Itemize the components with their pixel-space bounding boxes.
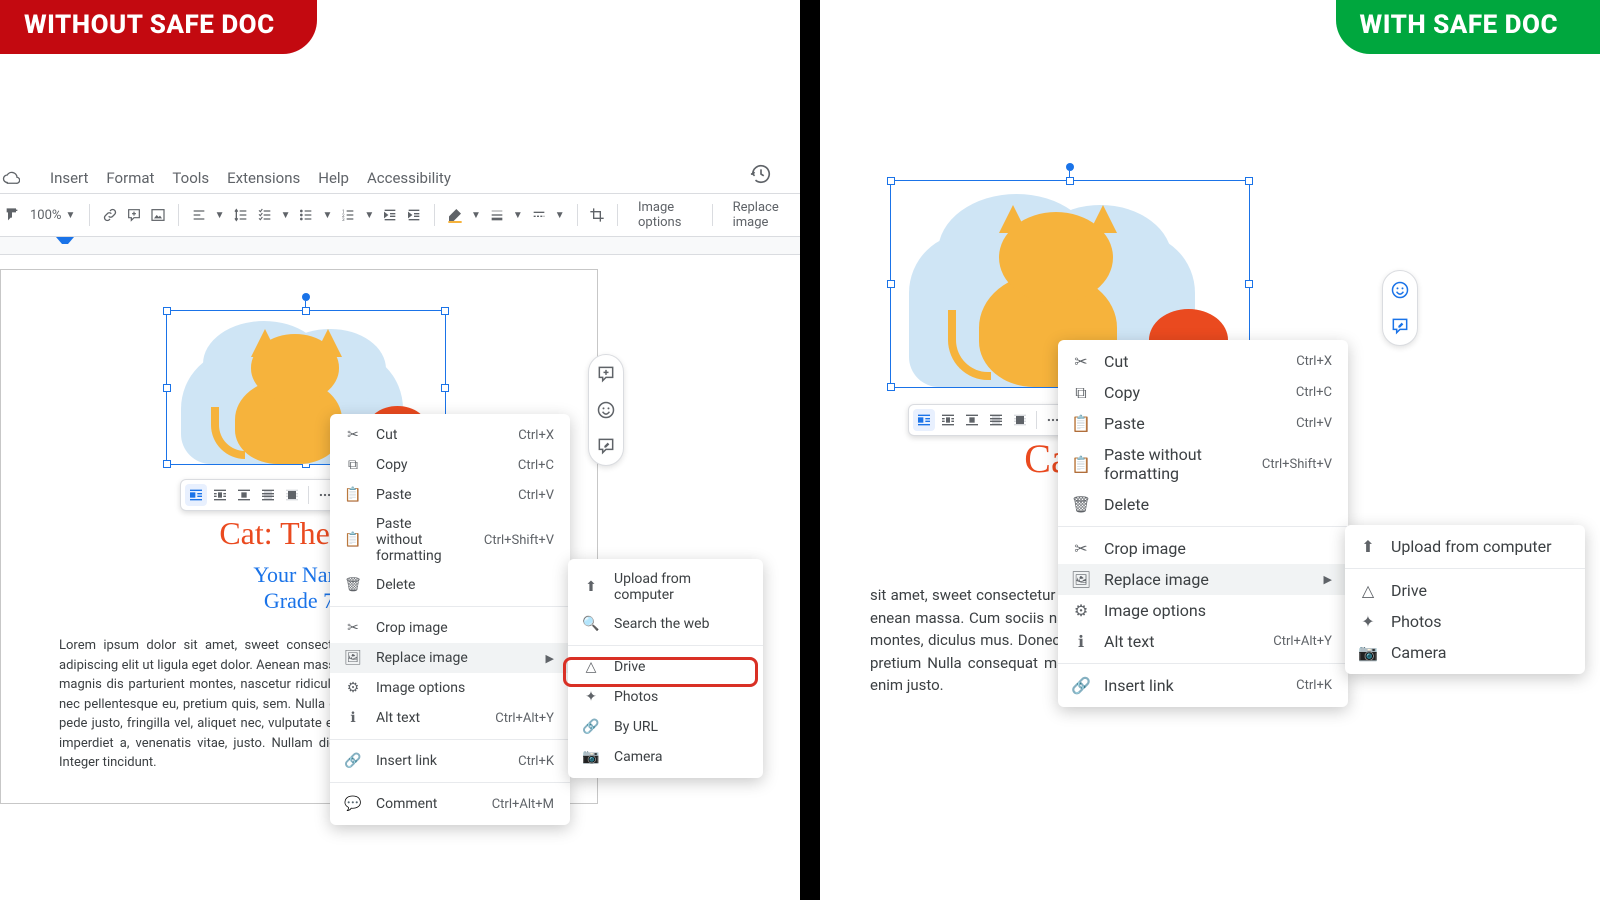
sub-drive[interactable]: △Drive [568, 652, 763, 682]
menubar: Insert Format Tools Extensions Help Acce… [0, 165, 800, 194]
replace-image-submenu-r: ⬆Upload from computer △Drive ✦Photos 📷Ca… [1345, 525, 1585, 674]
ctx-copy[interactable]: ⧉CopyCtrl+C [330, 450, 570, 480]
menu-format[interactable]: Format [106, 169, 154, 187]
ctx-image-options-r[interactable]: ⚙Image options [1058, 595, 1348, 626]
border-dash-icon[interactable] [531, 206, 547, 224]
insert-image-icon[interactable] [150, 206, 166, 224]
link-icon[interactable] [102, 206, 118, 224]
paint-format-icon[interactable] [4, 206, 20, 224]
comment-add-icon[interactable] [126, 206, 142, 224]
wrap-behind-icon[interactable] [257, 484, 279, 506]
menu-accessibility[interactable]: Accessibility [367, 169, 451, 187]
svg-text:3: 3 [342, 217, 345, 223]
ctx-insert-link-r[interactable]: 🔗Insert linkCtrl+K [1058, 670, 1348, 701]
badge-with: WITH SAFE DOC [1336, 0, 1600, 54]
panel-with-safedoc: WITH SAFE DOC [820, 0, 1600, 900]
replace-image-submenu: ⬆Upload from computer 🔍Search the web △D… [568, 559, 763, 778]
ruler[interactable] [0, 237, 800, 255]
checklist-icon[interactable] [257, 206, 273, 224]
ctx-replace-image[interactable]: 🖼Replace image▶ [330, 643, 570, 673]
sub-upload[interactable]: ⬆Upload from computer [568, 565, 763, 609]
align-icon[interactable] [191, 206, 207, 224]
crop-tool-icon[interactable] [589, 206, 605, 224]
indent-increase-icon[interactable] [406, 206, 422, 224]
panel-divider [800, 0, 820, 900]
suggest-edit-icon-r[interactable] [1389, 315, 1411, 337]
rotate-handle-r[interactable] [1066, 163, 1074, 171]
border-weight-icon[interactable] [489, 206, 505, 224]
menu-help[interactable]: Help [318, 169, 349, 187]
save-state-icon [2, 169, 20, 187]
sub-camera-r[interactable]: 📷Camera [1345, 637, 1585, 668]
image-options-button[interactable]: Image options [630, 200, 700, 230]
sub-upload-r[interactable]: ⬆Upload from computer [1345, 531, 1585, 562]
wrap-break-icon[interactable] [233, 484, 255, 506]
indent-decrease-icon[interactable] [382, 206, 398, 224]
sub-by-url[interactable]: 🔗By URL [568, 712, 763, 742]
ctx-paste[interactable]: 📋PasteCtrl+V [330, 480, 570, 510]
ctx-insert-link[interactable]: 🔗Insert linkCtrl+K [330, 746, 570, 776]
side-reactions-pill [588, 354, 624, 466]
ctx-paste-plain-r[interactable]: 📋Paste without formattingCtrl+Shift+V [1058, 439, 1348, 489]
sub-photos-r[interactable]: ✦Photos [1345, 606, 1585, 637]
ctx-cut-r[interactable]: ✂CutCtrl+X [1058, 346, 1348, 377]
sub-photos[interactable]: ✦Photos [568, 682, 763, 712]
ctx-alt-text[interactable]: ℹAlt textCtrl+Alt+Y [330, 703, 570, 733]
replace-image-button[interactable]: Replace image [725, 200, 796, 230]
menu-tools[interactable]: Tools [172, 169, 209, 187]
wrap-inline-icon[interactable] [185, 484, 207, 506]
ctx-alt-text-r[interactable]: ℹAlt textCtrl+Alt+Y [1058, 626, 1348, 657]
bulleted-list-icon[interactable] [298, 206, 314, 224]
history-icon[interactable] [750, 163, 772, 185]
border-color-icon[interactable] [447, 206, 463, 224]
ctx-crop[interactable]: ✂Crop image [330, 613, 570, 643]
suggest-edit-icon[interactable] [595, 435, 617, 457]
sub-search-web[interactable]: 🔍Search the web [568, 609, 763, 639]
ctx-image-options[interactable]: ⚙Image options [330, 673, 570, 703]
ctx-delete-r[interactable]: 🗑Delete [1058, 489, 1348, 520]
zoom-select[interactable]: 100%▼ [28, 208, 77, 223]
ctx-paste-r[interactable]: 📋PasteCtrl+V [1058, 408, 1348, 439]
line-spacing-icon[interactable] [233, 206, 249, 224]
ctx-paste-plain[interactable]: 📋Paste without formattingCtrl+Shift+V [330, 510, 570, 570]
wrap-front-icon[interactable] [281, 484, 303, 506]
panel-without-safedoc: WITHOUT SAFE DOC Insert Format Tools Ext… [0, 0, 800, 900]
image-wrap-toolbar [180, 479, 341, 511]
numbered-list-icon[interactable]: 123 [340, 206, 356, 224]
context-menu: ✂CutCtrl+X ⧉CopyCtrl+C 📋PasteCtrl+V 📋Pas… [330, 414, 570, 825]
menu-insert[interactable]: Insert [50, 169, 88, 187]
add-comment-icon[interactable] [595, 363, 617, 385]
side-reactions-pill-r [1382, 270, 1418, 346]
menu-extensions[interactable]: Extensions [227, 169, 300, 187]
ctx-comment[interactable]: 💬CommentCtrl+Alt+M [330, 789, 570, 819]
toolbar: 100%▼ ▼ ▼ ▼ 123▼ ▼ ▼ ▼ Image [0, 194, 800, 237]
sub-camera[interactable]: 📷Camera [568, 742, 763, 772]
ctx-copy-r[interactable]: ⧉CopyCtrl+C [1058, 377, 1348, 408]
emoji-react-icon[interactable] [595, 399, 617, 421]
rotate-handle[interactable] [302, 293, 310, 301]
ctx-delete[interactable]: 🗑Delete [330, 570, 570, 600]
ctx-replace-image-r[interactable]: 🖼Replace image▶ [1058, 564, 1348, 595]
badge-without: WITHOUT SAFE DOC [0, 0, 317, 54]
ctx-cut[interactable]: ✂CutCtrl+X [330, 420, 570, 450]
sub-drive-r[interactable]: △Drive [1345, 575, 1585, 606]
context-menu-r: ✂CutCtrl+X ⧉CopyCtrl+C 📋PasteCtrl+V 📋Pas… [1058, 340, 1348, 707]
wrap-text-icon[interactable] [209, 484, 231, 506]
ctx-crop-r[interactable]: ✂Crop image [1058, 533, 1348, 564]
emoji-react-icon-r[interactable] [1389, 279, 1411, 301]
